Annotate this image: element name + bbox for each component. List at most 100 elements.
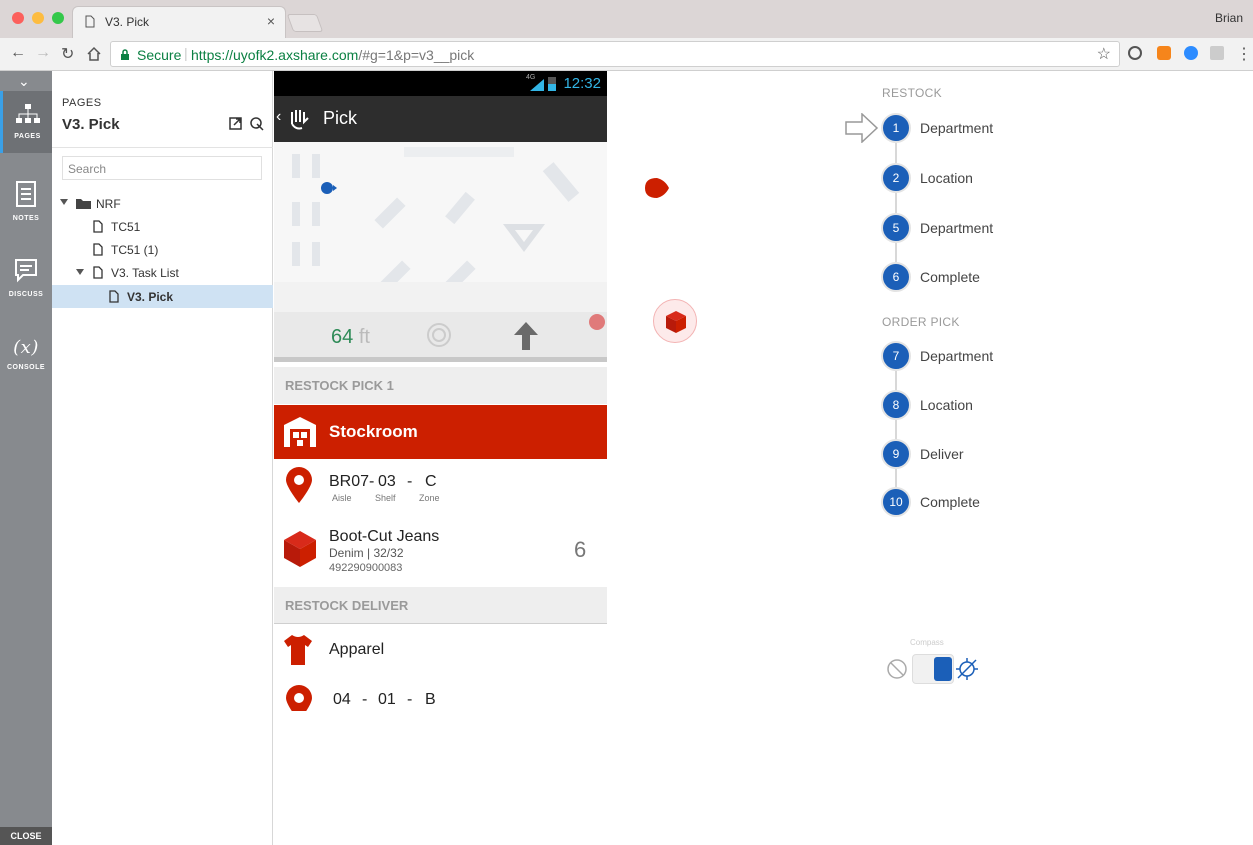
step-number: 5 [881,213,911,243]
tree-label: NRF [96,197,121,211]
aisle-value: 04 [333,691,351,708]
url-text: https://uyofk2.axshare.com/#g=1&p=v3__pi… [191,47,474,63]
step-label: Department [920,120,994,136]
folder-icon [76,199,91,209]
step-order-9[interactable]: 9 Deliver [881,439,1081,469]
pages-title: V3. Pick [62,116,120,133]
new-tab-button[interactable] [286,14,324,32]
step-connector [895,420,897,440]
distance-value: 64 [331,326,354,348]
reload-icon[interactable]: ↻ [61,44,74,64]
locate-page-icon[interactable] [250,117,264,131]
map-pin-icon [286,685,312,711]
signal-beacon-icon [427,323,451,347]
step-restock-2[interactable]: 2 Location [881,163,1081,193]
box-hotspot[interactable] [653,299,697,343]
step-connector [895,371,897,391]
back-chevron-icon[interactable]: ‹ [276,108,281,126]
separator: - [362,691,368,708]
current-step-arrow-icon [845,113,879,143]
rail-discuss[interactable]: DISCUSS [0,259,52,298]
profile-name[interactable]: Brian [1215,11,1243,25]
browser-tab[interactable]: V3. Pick × [72,6,286,38]
shelf-label: Shelf [375,493,396,503]
extension-icon[interactable] [1210,46,1224,60]
step-connector [895,243,897,262]
step-order-7[interactable]: 7 Department [881,341,1081,371]
export-icon[interactable] [229,117,242,130]
step-label: Location [920,170,973,186]
back-icon[interactable]: ← [10,44,26,62]
location-row[interactable]: BR07 - 03 - C Aisle Shelf Zone [274,459,607,519]
section-restock-pick: RESTOCK PICK 1 [274,367,607,404]
metamask-icon[interactable] [1157,46,1171,60]
stockroom-banner[interactable]: Stockroom [274,405,607,459]
sitemap-icon [15,104,40,123]
step-order-8[interactable]: 8 Location [881,390,1081,420]
tab-title: V3. Pick [105,15,150,29]
store-map[interactable] [274,142,607,312]
step-number: 9 [881,439,911,469]
info-icon[interactable] [1128,46,1142,60]
compass-off-icon [887,659,907,679]
box-icon [284,531,316,567]
expand-caret-icon[interactable] [60,199,68,205]
pages-search-input[interactable]: Search [62,156,262,180]
close-sidebar-button[interactable]: CLOSE [0,827,52,845]
rail-notes[interactable]: NOTES [0,181,52,222]
zoom-icon[interactable] [1184,46,1198,60]
step-label: Department [920,220,994,236]
bookmark-star-icon[interactable]: ☆ [1097,44,1111,64]
collapse-chevron-icon[interactable]: ⌄ [18,73,30,90]
close-window-button[interactable] [12,12,24,24]
red-marker-hotspot[interactable] [645,178,669,198]
item-sku: 492290900083 [329,562,403,574]
step-label: Location [920,397,973,413]
step-label: Department [920,348,994,364]
step-order-10[interactable]: 10 Complete [881,487,1081,517]
rail-console[interactable]: (x) CONSOLE [0,337,52,371]
maximize-window-button[interactable] [52,12,64,24]
step-restock-6[interactable]: 6 Complete [881,262,1081,292]
section-title: RESTOCK PICK 1 [285,378,394,393]
tree-item-tc51[interactable]: TC51 [52,215,273,238]
home-icon[interactable] [86,46,102,61]
minimize-window-button[interactable] [32,12,44,24]
red-dot-hotspot[interactable] [589,314,605,330]
page-icon [109,290,119,303]
step-restock-5[interactable]: 5 Department [881,213,1081,243]
rail-pages[interactable]: PAGES [0,91,52,153]
section-title: RESTOCK DELIVER [285,598,409,613]
secure-label: Secure [137,47,182,63]
browser-toolbar: ← → ↻ Secure | https://uyofk2.axshare.co… [0,38,1253,71]
location2-row[interactable]: 04 - 01 - B [274,677,607,711]
aisle-label: Aisle [332,493,352,503]
shelf-value: 01 [378,691,396,708]
apparel-row[interactable]: Apparel [274,625,607,675]
zone-value: C [425,473,437,490]
compass-label: Compass [910,638,944,647]
item-row[interactable]: Boot-Cut Jeans Denim | 32/32 49229090008… [274,521,607,587]
section-restock-deliver: RESTOCK DELIVER [274,587,607,624]
step-number: 6 [881,262,911,292]
tab-close-icon[interactable]: × [267,13,275,29]
step-restock-1[interactable]: 1 Department [881,113,1081,143]
tree-label: TC51 [111,220,141,234]
step-connector [895,193,897,213]
forward-icon[interactable]: → [35,44,51,62]
menu-icon[interactable]: ⋮ [1236,44,1252,64]
tree-item-tc51-1[interactable]: TC51 (1) [52,238,273,261]
expand-caret-icon[interactable] [76,269,84,275]
address-bar[interactable]: Secure | https://uyofk2.axshare.com/#g=1… [110,41,1120,67]
tree-item-nrf[interactable]: NRF [52,192,273,215]
box-icon [666,311,686,333]
compass-toggle[interactable] [912,654,954,684]
tree-item-task-list[interactable]: V3. Task List [52,261,273,284]
tree-item-v3-pick[interactable]: V3. Pick [52,285,273,308]
item-quantity: 6 [574,537,587,562]
console-icon: (x) [13,337,39,358]
divider [52,147,273,148]
step-label: Complete [920,494,980,510]
page-icon [93,266,103,279]
separator: | [184,45,188,61]
